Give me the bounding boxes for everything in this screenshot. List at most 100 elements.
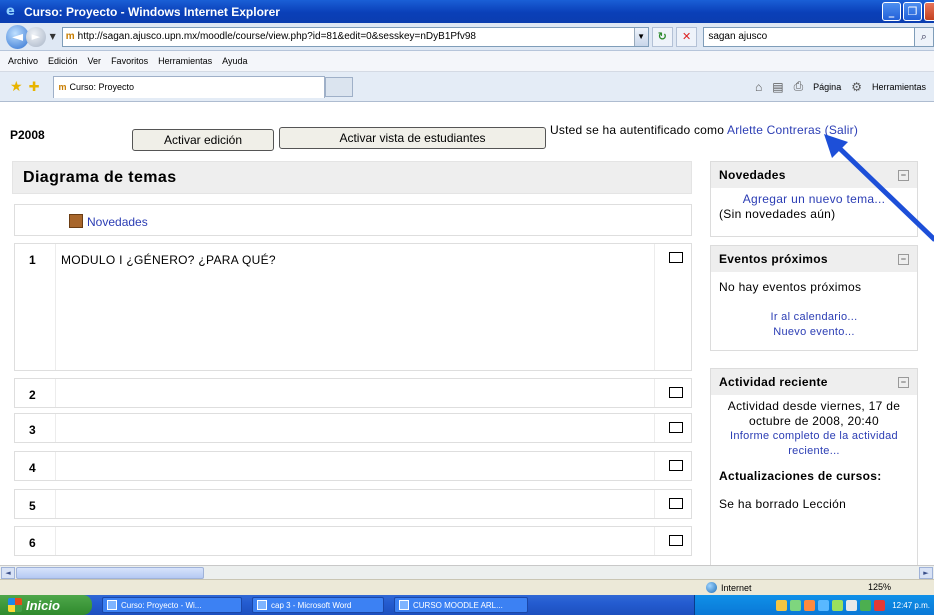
collapse-block-icon[interactable]: − bbox=[898, 254, 909, 265]
new-tab-button[interactable] bbox=[325, 76, 354, 97]
shield-icon[interactable] bbox=[776, 599, 788, 611]
stop-button[interactable]: ✕ bbox=[675, 26, 698, 47]
highlight-checkbox-icon[interactable] bbox=[669, 422, 683, 433]
recent-activity-block: Actividad reciente − Actividad desde vie… bbox=[710, 368, 918, 565]
tab-label: Curso: Proyecto bbox=[69, 82, 135, 92]
menu-favoritos[interactable]: Favoritos bbox=[111, 56, 148, 66]
highlight-checkbox-icon[interactable] bbox=[669, 460, 683, 471]
tab-bar: ★ ✚ m Curso: Proyecto ⌂ ▤ ⎙ Página ⚙ Her… bbox=[0, 72, 934, 102]
collapse-block-icon[interactable]: − bbox=[898, 377, 909, 388]
taskbar-item-label: CURSO MOODLE ARL... bbox=[413, 600, 503, 610]
tray-app-icon[interactable] bbox=[860, 599, 872, 611]
tools-menu[interactable]: Herramientas bbox=[872, 82, 926, 92]
feeds-icon[interactable]: ▤ bbox=[772, 80, 783, 94]
url-dropdown-icon[interactable]: ▼ bbox=[633, 27, 648, 46]
word-task-icon bbox=[399, 600, 409, 610]
highlight-checkbox-icon[interactable] bbox=[669, 252, 683, 263]
highlight-checkbox-icon[interactable] bbox=[669, 387, 683, 398]
scroll-left-icon[interactable]: ◄ bbox=[1, 567, 15, 579]
favorites-star-icon[interactable]: ★ bbox=[10, 78, 23, 95]
section-number: 3 bbox=[29, 423, 36, 437]
command-bar: ⌂ ▤ ⎙ Página ⚙ Herramientas bbox=[755, 79, 926, 94]
news-forum-link[interactable]: Novedades bbox=[87, 215, 148, 229]
taskbar-item-label: Curso: Proyecto - Wi... bbox=[121, 600, 202, 610]
go-to-calendar-link[interactable]: Ir al calendario... bbox=[719, 310, 909, 325]
recent-block-header: Actividad reciente − bbox=[711, 369, 917, 395]
topics-header: Diagrama de temas bbox=[12, 161, 692, 194]
update-icon[interactable] bbox=[804, 599, 816, 611]
section-body bbox=[55, 414, 655, 442]
events-block-header: Eventos próximos − bbox=[711, 246, 917, 272]
taskbar-item-word-2[interactable]: CURSO MOODLE ARL... bbox=[394, 597, 528, 613]
address-input[interactable]: m http://sagan.ajusco.upn.mx/moodle/cour… bbox=[61, 26, 649, 47]
topic-section-5: 5 bbox=[14, 489, 692, 519]
section-body bbox=[55, 490, 655, 518]
annotation-arrow bbox=[824, 134, 934, 242]
home-icon[interactable]: ⌂ bbox=[755, 80, 762, 94]
menu-edicion[interactable]: Edición bbox=[48, 56, 78, 66]
start-button[interactable]: Inicio bbox=[0, 595, 92, 615]
moodle-favicon: m bbox=[58, 82, 67, 92]
maximize-button[interactable]: ❐ bbox=[903, 2, 922, 21]
section-number: 6 bbox=[29, 536, 36, 550]
close-button[interactable] bbox=[924, 2, 934, 21]
taskbar-item-word[interactable]: cap 3 - Microsoft Word bbox=[252, 597, 384, 613]
menu-ayuda[interactable]: Ayuda bbox=[222, 56, 247, 66]
full-report-link[interactable]: Informe completo de la actividad recient… bbox=[719, 429, 909, 459]
forum-icon bbox=[69, 214, 83, 228]
student-view-button[interactable]: Activar vista de estudiantes bbox=[279, 127, 546, 149]
security-zone: Internet bbox=[706, 582, 752, 593]
menu-bar: Archivo Edición Ver Favoritos Herramient… bbox=[0, 51, 934, 72]
messenger-icon[interactable] bbox=[832, 599, 844, 611]
horizontal-scrollbar[interactable]: ◄ ► bbox=[0, 565, 934, 579]
menu-ver[interactable]: Ver bbox=[88, 56, 102, 66]
course-updates-title: Actualizaciones de cursos: bbox=[719, 469, 882, 483]
new-event-link[interactable]: Nuevo evento... bbox=[719, 325, 909, 340]
scroll-right-icon[interactable]: ► bbox=[919, 567, 933, 579]
print-icon[interactable]: ⎙ bbox=[794, 79, 804, 94]
search-button[interactable]: ⌕ bbox=[914, 26, 934, 47]
section-number: 1 bbox=[29, 253, 36, 267]
tools-gear-icon: ⚙ bbox=[851, 79, 862, 94]
volume-icon[interactable] bbox=[818, 599, 830, 611]
topic-section-6: 6 bbox=[14, 526, 692, 556]
highlight-checkbox-icon[interactable] bbox=[669, 498, 683, 509]
login-info: Usted se ha autentificado como Arlette C… bbox=[550, 123, 858, 137]
window-title: Curso: Proyecto - Windows Internet Explo… bbox=[24, 4, 280, 19]
topic-section-4: 4 bbox=[14, 451, 692, 481]
recent-block-content: Actividad desde viernes, 17 de octubre d… bbox=[711, 395, 917, 516]
search-input[interactable]: sagan ajusco bbox=[703, 26, 915, 47]
refresh-icon: ↻ bbox=[657, 30, 667, 43]
tab-curso-proyecto[interactable]: m Curso: Proyecto bbox=[53, 75, 326, 98]
tray-app-icon[interactable] bbox=[846, 599, 858, 611]
minimize-button[interactable]: _ bbox=[882, 2, 901, 21]
status-bar: Internet 125% bbox=[0, 579, 934, 595]
user-profile-link[interactable]: Arlette Contreras bbox=[727, 123, 821, 137]
search-icon: ⌕ bbox=[920, 29, 927, 43]
menu-herramientas[interactable]: Herramientas bbox=[158, 56, 212, 66]
section-body: MODULO I ¿GÉNERO? ¿PARA QUÉ? bbox=[55, 244, 655, 370]
add-favorite-icon[interactable]: ✚ bbox=[29, 79, 40, 95]
url-text[interactable]: http://sagan.ajusco.upn.mx/moodle/course… bbox=[78, 31, 634, 42]
highlight-checkbox-icon[interactable] bbox=[669, 535, 683, 546]
network-icon[interactable] bbox=[790, 599, 802, 611]
system-tray: 12:47 p.m. bbox=[694, 595, 934, 615]
course-shortname: P2008 bbox=[10, 128, 45, 142]
history-dropdown-icon[interactable]: ▼ bbox=[50, 32, 56, 41]
tray-app-icon[interactable] bbox=[874, 599, 886, 611]
news-section: Novedades bbox=[14, 204, 692, 236]
recent-block-title: Actividad reciente bbox=[719, 375, 828, 389]
taskbar-item-ie[interactable]: Curso: Proyecto - Wi... bbox=[102, 597, 242, 613]
page-content: P2008 Activar edición Activar vista de e… bbox=[0, 103, 934, 565]
scrollbar-thumb[interactable] bbox=[16, 567, 204, 579]
page-menu[interactable]: Página bbox=[813, 82, 841, 92]
activate-editing-button[interactable]: Activar edición bbox=[132, 129, 274, 151]
login-prefix: Usted se ha autentificado como bbox=[550, 123, 727, 137]
menu-archivo[interactable]: Archivo bbox=[8, 56, 38, 66]
zoom-level[interactable]: 125% bbox=[868, 582, 891, 592]
moodle-favicon: m bbox=[65, 31, 75, 42]
upcoming-events-block: Eventos próximos − No hay eventos próxim… bbox=[710, 245, 918, 351]
forward-button[interactable]: ► bbox=[26, 26, 46, 47]
refresh-button[interactable]: ↻ bbox=[651, 26, 673, 47]
section-number: 5 bbox=[29, 499, 36, 513]
